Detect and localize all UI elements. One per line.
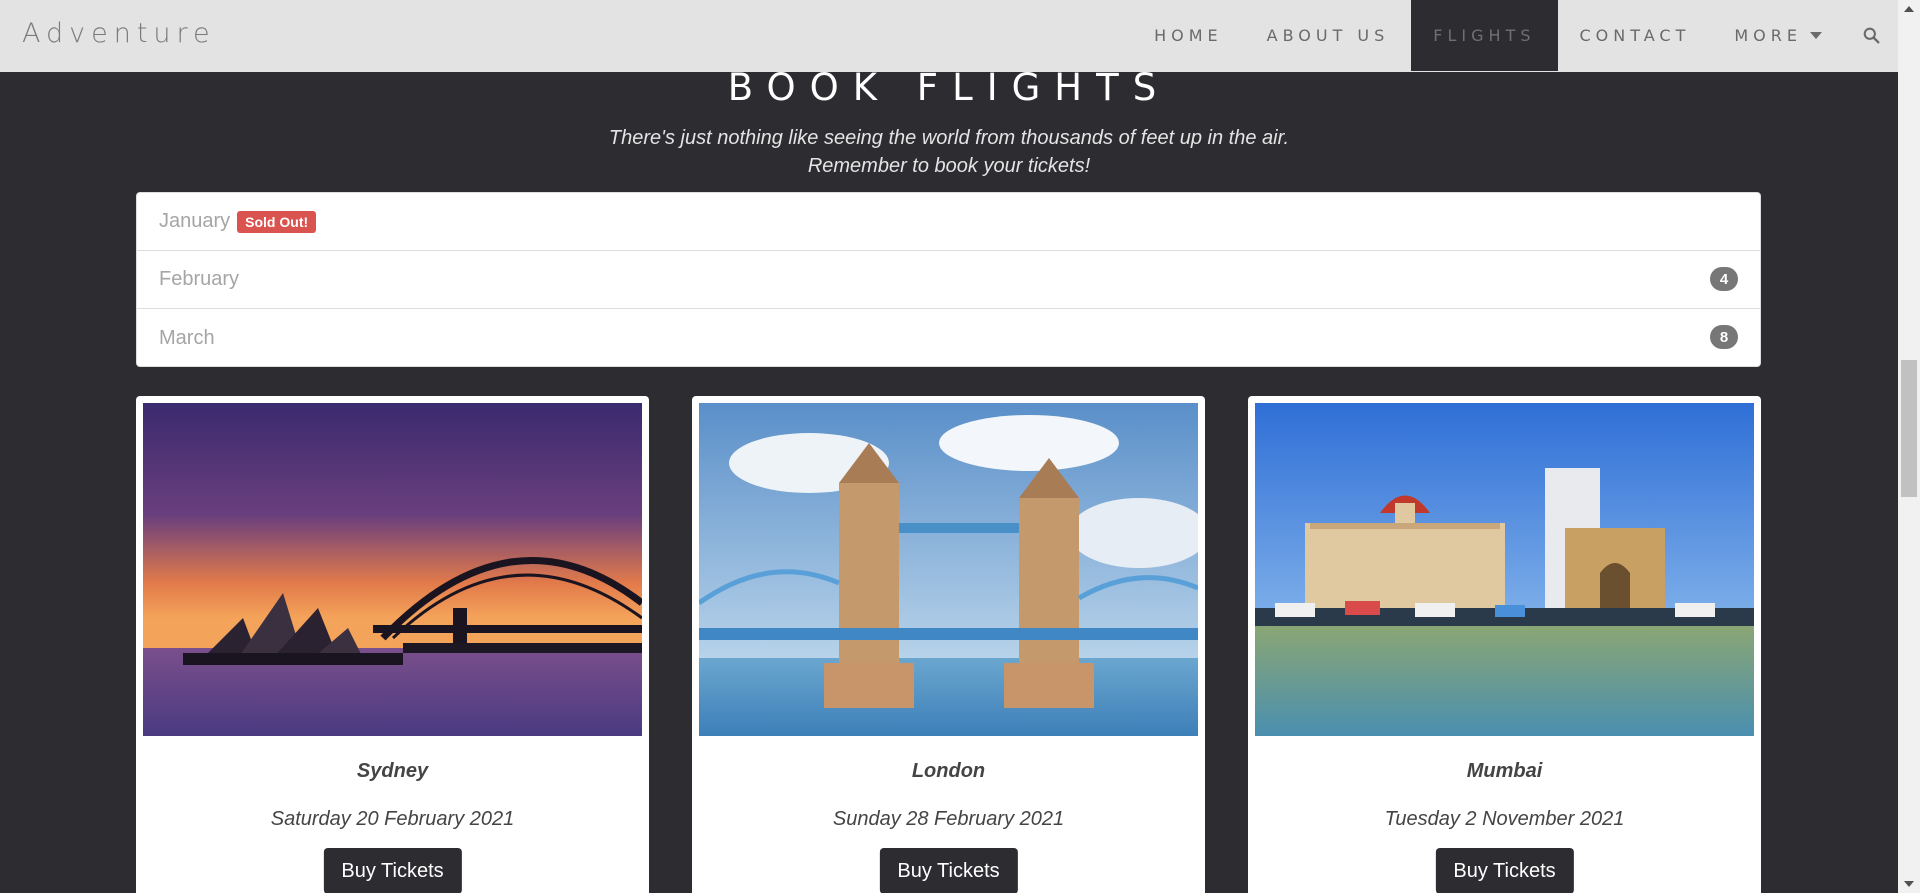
- scroll-down-icon[interactable]: [1904, 881, 1914, 887]
- page-title: BOOK FLIGHTS: [727, 66, 1171, 109]
- nav-more-label: MORE: [1734, 26, 1802, 45]
- card-date: Tuesday 2 November 2021: [1384, 808, 1625, 830]
- subtitle-line-1: There's just nothing like seeing the wor…: [608, 127, 1290, 149]
- month-label: January: [159, 210, 231, 232]
- count-badge: 4: [1710, 267, 1738, 291]
- list-item-january[interactable]: January Sold Out!: [137, 193, 1760, 251]
- card-city: London: [911, 760, 986, 782]
- nav-more[interactable]: MORE: [1712, 0, 1844, 71]
- nav-contact[interactable]: CONTACT: [1558, 0, 1713, 71]
- nav-home[interactable]: HOME: [1132, 0, 1245, 71]
- subtitle-line-2: Remember to book your tickets!: [807, 155, 1091, 177]
- count-badge: 8: [1710, 325, 1738, 349]
- sold-out-badge: Sold Out!: [237, 210, 317, 233]
- sydney-image: [143, 403, 642, 736]
- main-nav: HOME ABOUT US FLIGHTS CONTACT MORE: [1132, 0, 1898, 72]
- search-icon: [1863, 27, 1879, 44]
- mumbai-image: [1255, 403, 1754, 736]
- london-image: [699, 403, 1198, 736]
- buy-tickets-button[interactable]: Buy Tickets: [323, 848, 462, 893]
- destination-card-sydney: Sydney Saturday 20 February 2021 Buy Tic…: [136, 396, 649, 893]
- search-button[interactable]: [1844, 0, 1898, 71]
- scroll-thumb[interactable]: [1901, 360, 1917, 497]
- page-scrollbar[interactable]: [1898, 0, 1920, 893]
- month-label: March: [159, 326, 215, 349]
- destination-card-london: London Sunday 28 February 2021 Buy Ticke…: [692, 396, 1205, 893]
- list-item-february[interactable]: February 4: [137, 251, 1760, 309]
- nav-flights[interactable]: FLIGHTS: [1411, 0, 1558, 71]
- page-subtitle: There's just nothing like seeing the wor…: [0, 124, 1898, 180]
- month-label: February: [159, 268, 240, 290]
- nav-about[interactable]: ABOUT US: [1245, 0, 1412, 71]
- buy-tickets-button[interactable]: Buy Tickets: [879, 848, 1018, 893]
- chevron-down-icon: [1810, 32, 1822, 39]
- navbar: Adventure HOME ABOUT US FLIGHTS CONTACT …: [0, 0, 1898, 72]
- destination-card-mumbai: Mumbai Tuesday 2 November 2021 Buy Ticke…: [1248, 396, 1761, 893]
- card-city: Sydney: [356, 760, 429, 782]
- brand-logo[interactable]: Adventure: [22, 18, 216, 49]
- card-city: Mumbai: [1466, 760, 1543, 782]
- scroll-up-icon[interactable]: [1904, 6, 1914, 12]
- month-list: January Sold Out! February 4 March 8: [136, 192, 1761, 367]
- list-item-march[interactable]: March 8: [137, 309, 1760, 367]
- buy-tickets-button[interactable]: Buy Tickets: [1435, 848, 1574, 893]
- card-date: Saturday 20 February 2021: [270, 808, 515, 830]
- card-date: Sunday 28 February 2021: [832, 808, 1065, 830]
